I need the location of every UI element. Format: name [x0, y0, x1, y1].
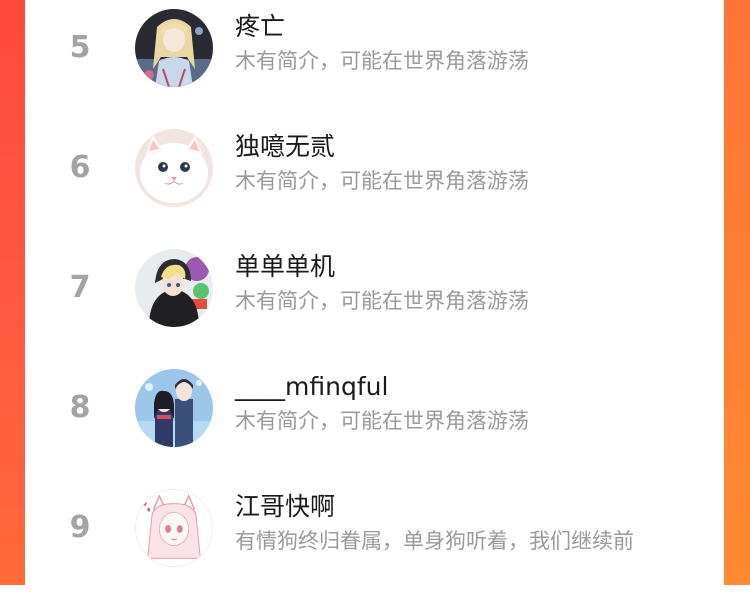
- avatar[interactable]: [135, 369, 213, 447]
- user-bio: 木有简介，可能在世界角落游荡: [235, 289, 529, 313]
- rank-number: 5: [69, 30, 91, 65]
- user-bio: 木有简介，可能在世界角落游荡: [235, 169, 529, 193]
- page-background-right-edge: [724, 0, 750, 585]
- rank-number: 7: [69, 270, 91, 305]
- list-item[interactable]: 6 独噫无贰 木有简介，可能在世界角落游荡: [25, 120, 724, 240]
- pink-sketch-girl-avatar-icon: [136, 490, 212, 566]
- avatar[interactable]: [135, 249, 213, 327]
- user-name: ____mfinqful: [235, 372, 389, 401]
- avatar[interactable]: [135, 9, 213, 87]
- user-bio: 木有简介，可能在世界角落游荡: [235, 49, 529, 73]
- white-cat-avatar-icon: [135, 129, 213, 207]
- list-item[interactable]: 8 ____mfinqful 木有简介，可能在世界角落游荡: [25, 360, 724, 480]
- list-item[interactable]: 9 江哥快啊 有情狗终归眷属，单身狗听着，我们继续前: [25, 480, 724, 600]
- avatar[interactable]: [135, 129, 213, 207]
- anime-girl-blonde-avatar-icon: [135, 9, 213, 87]
- rank-number: 8: [69, 390, 91, 425]
- user-name: 江哥快啊: [235, 492, 336, 521]
- anime-boy-hoodie-avatar-icon: [135, 249, 213, 327]
- rank-number: 9: [69, 510, 91, 545]
- ranking-list: 5 疼亡 木有简介，可能在世界角落游荡 6 独噫无贰 木有简介，可能在世界角落游…: [25, 0, 724, 585]
- list-item[interactable]: 7 单单单机 木有简介，可能在世界角落游荡: [25, 240, 724, 360]
- user-name: 单单单机: [235, 252, 336, 281]
- user-name: 独噫无贰: [235, 132, 336, 161]
- user-bio: 木有简介，可能在世界角落游荡: [235, 409, 529, 433]
- list-item[interactable]: 5 疼亡 木有简介，可能在世界角落游荡: [25, 0, 724, 120]
- user-name: 疼亡: [235, 12, 286, 41]
- anime-couple-avatar-icon: [135, 369, 213, 447]
- avatar[interactable]: [135, 489, 213, 567]
- user-bio: 有情狗终归眷属，单身狗听着，我们继续前: [235, 529, 634, 553]
- rank-number: 6: [69, 150, 91, 185]
